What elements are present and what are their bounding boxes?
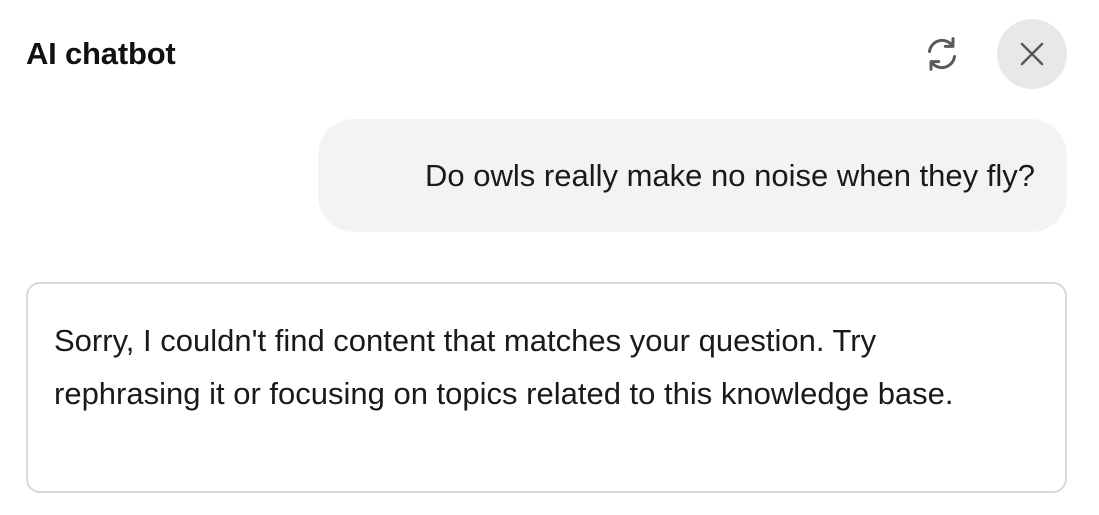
chatbot-title: AI chatbot <box>26 36 176 71</box>
bot-message-bubble: Sorry, I couldn't find content that matc… <box>26 282 1067 493</box>
user-message-bubble: Do owls really make no noise when they f… <box>318 119 1067 232</box>
close-button[interactable] <box>997 19 1067 89</box>
refresh-button[interactable] <box>918 30 966 78</box>
chatbot-panel: AI chatbot Do owls really make no noise … <box>0 0 1099 515</box>
close-icon <box>1020 42 1044 66</box>
bot-message-text: Sorry, I couldn't find content that matc… <box>54 323 954 411</box>
refresh-icon <box>928 37 956 71</box>
user-message-text: Do owls really make no noise when they f… <box>425 157 1035 193</box>
